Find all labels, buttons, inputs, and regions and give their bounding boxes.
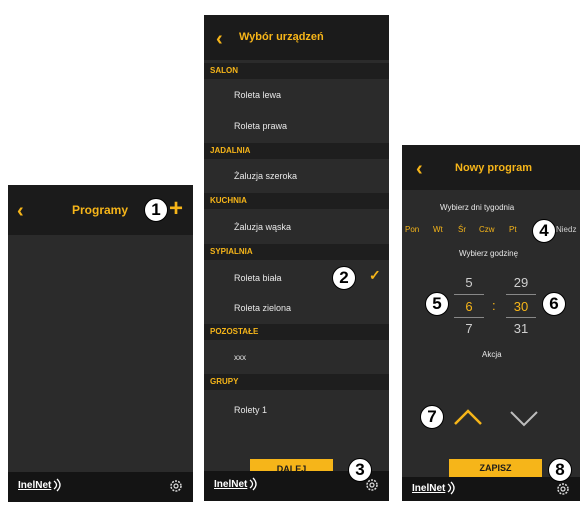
back-chevron-left-icon[interactable]: ‹ (216, 28, 223, 51)
hour-selected: 6 (465, 299, 473, 314)
minute-selected: 30 (513, 299, 529, 314)
divider (454, 294, 484, 295)
back-chevron-left-icon[interactable]: ‹ (416, 158, 423, 181)
days-label: Wybierz dni tygodnia (440, 203, 515, 212)
page-title: Wybór urządzeń (239, 31, 324, 43)
callout-4: 4 (532, 219, 556, 243)
gear-icon[interactable] (556, 482, 570, 496)
device-item[interactable]: Roleta prawa (204, 121, 389, 131)
page-title: Nowy program (455, 162, 533, 174)
time-label: Wybierz godzinę (459, 249, 519, 258)
wifi-icon (447, 481, 455, 495)
action-label: Akcja (482, 350, 502, 359)
callout-3: 3 (348, 458, 372, 482)
callout-6: 6 (542, 292, 566, 316)
callout-2: 2 (332, 266, 356, 290)
screen-programs: ‹ Programy + InelNet (8, 185, 193, 502)
day-sr[interactable]: Śr (458, 225, 466, 234)
header: ‹ Wybór urządzeń (204, 15, 389, 60)
device-item[interactable]: Żaluzja wąska (204, 222, 389, 232)
brand-logo: InelNet (18, 480, 52, 491)
header: ‹ Nowy program (402, 145, 580, 190)
back-chevron-left-icon[interactable]: ‹ (17, 200, 24, 223)
day-pt[interactable]: Pt (509, 225, 517, 234)
brand-logo: InelNet (412, 483, 446, 494)
day-czw[interactable]: Czw (479, 225, 495, 234)
device-item[interactable]: Roleta zielona (204, 303, 389, 313)
device-item[interactable]: xxx (204, 353, 389, 362)
callout-7: 7 (420, 405, 444, 429)
gear-icon[interactable] (365, 478, 379, 492)
screen-device-selection: ‹ Wybór urządzeń SALON Roleta lewa Rolet… (204, 15, 389, 501)
device-item[interactable]: Rolety 1 (204, 405, 389, 415)
section-header: KUCHNIA (204, 193, 389, 209)
day-pon[interactable]: Pon (405, 225, 419, 234)
footer: InelNet (402, 477, 580, 501)
section-header: SYPIALNIA (204, 244, 389, 260)
divider (454, 317, 484, 318)
section-header: JADALNIA (204, 143, 389, 159)
up-chevron-icon[interactable] (452, 407, 484, 427)
footer: InelNet (8, 472, 193, 502)
section-header: GRUPY (204, 374, 389, 390)
plus-icon[interactable]: + (169, 195, 183, 223)
callout-5: 5 (425, 292, 449, 316)
callout-8: 8 (548, 458, 572, 482)
device-item-selected[interactable]: Roleta biała (204, 273, 389, 283)
hour-picker[interactable]: 5 6 7 (454, 272, 484, 342)
section-header: POZOSTAŁE (204, 324, 389, 340)
down-chevron-icon[interactable] (508, 409, 540, 429)
divider (506, 294, 536, 295)
divider (506, 317, 536, 318)
checkmark-icon[interactable]: ✓ (369, 267, 381, 284)
day-niedz[interactable]: Niedz (556, 225, 576, 234)
gear-icon[interactable] (169, 479, 183, 493)
save-button[interactable]: ZAPISZ (449, 459, 542, 478)
device-item[interactable]: Roleta lewa (204, 90, 389, 100)
day-wt[interactable]: Wt (433, 225, 443, 234)
minute-picker[interactable]: 29 30 31 (506, 272, 536, 342)
device-item[interactable]: Żaluzja szeroka (204, 171, 389, 181)
wifi-icon (53, 478, 61, 492)
brand-logo: InelNet (214, 479, 248, 490)
minute-next: 31 (513, 321, 529, 336)
callout-1: 1 (144, 198, 168, 222)
section-header: SALON (204, 63, 389, 79)
hour-next: 7 (465, 321, 473, 336)
hour-prev: 5 (465, 275, 473, 290)
minute-prev: 29 (513, 275, 529, 290)
screen-new-program: ‹ Nowy program Wybierz dni tygodnia Pon … (402, 145, 580, 501)
page-title: Programy (72, 203, 129, 217)
wifi-icon (249, 477, 257, 491)
time-separator: : (492, 298, 496, 313)
